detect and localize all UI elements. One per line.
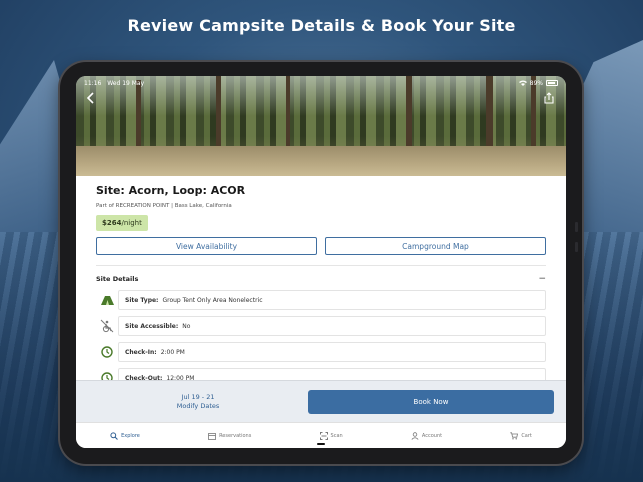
detail-label: Check-In: <box>125 348 157 356</box>
date-range: Jul 19 - 21 <box>181 392 215 401</box>
battery-percent: 89% <box>529 79 543 87</box>
status-right: 89% <box>518 79 558 87</box>
status-left: 11:16 Wed 19 May <box>84 80 148 87</box>
detail-label: Site Accessible: <box>125 322 179 330</box>
photo-ground <box>76 146 566 176</box>
detail-value-box: Site Type: Group Tent Only Area Nonelect… <box>118 290 546 310</box>
detail-value-box: Check-In: 2:00 PM <box>118 342 546 362</box>
detail-row-accessible: Site Accessible: No <box>96 316 546 336</box>
site-subtitle: Part of RECREATION POINT | Bass Lake, Ca… <box>96 203 232 209</box>
book-now-button[interactable]: Book Now <box>308 389 554 414</box>
site-title: Site: Acorn, Loop: ACOR <box>96 184 246 197</box>
price-value: $264 <box>102 219 122 227</box>
detail-row-site-type: Site Type: Group Tent Only Area Nonelect… <box>96 290 546 310</box>
tab-bar: Explore Reservations Scan Account Cart <box>76 422 566 448</box>
site-details-list: Site Type: Group Tent Only Area Nonelect… <box>96 290 546 388</box>
account-icon <box>411 431 419 440</box>
status-bar: 11:16 Wed 19 May 89% <box>76 76 566 90</box>
search-icon <box>110 431 118 440</box>
ipad-frame: 11:16 Wed 19 May 89% Site: Acorn, Loop: … <box>60 62 582 464</box>
price-badge: $264/night <box>96 215 148 231</box>
tab-account[interactable]: Account <box>411 431 443 440</box>
booking-bar: Jul 19 - 21 Modify Dates Book Now <box>76 380 566 422</box>
detail-label: Site Type: <box>125 296 159 304</box>
clock-icon <box>96 346 118 358</box>
app-screen: 11:16 Wed 19 May 89% Site: Acorn, Loop: … <box>76 76 566 448</box>
tab-label: Reservations <box>219 432 252 439</box>
detail-value: No <box>182 322 191 330</box>
campsite-photo <box>76 76 566 176</box>
tab-explore[interactable]: Explore <box>110 431 140 440</box>
action-buttons: View Availability Campground Map <box>96 237 546 255</box>
tab-label: Account <box>421 432 443 439</box>
status-date: Wed 19 May <box>107 79 145 87</box>
detail-value: Group Tent Only Area Nonelectric <box>162 296 263 304</box>
price-unit: /night <box>121 219 142 227</box>
tab-label: Cart <box>521 432 532 439</box>
back-button[interactable] <box>86 92 94 108</box>
not-accessible-icon <box>96 319 118 333</box>
share-icon <box>544 92 554 104</box>
modify-dates-button[interactable]: Jul 19 - 21 Modify Dates <box>88 393 308 411</box>
tab-cart[interactable]: Cart <box>510 431 532 440</box>
photo-tree <box>136 80 141 150</box>
device-button <box>575 242 578 252</box>
site-details-header: Site Details − <box>96 265 546 284</box>
cart-icon <box>510 431 519 439</box>
tab-label: Scan <box>330 432 343 439</box>
campground-map-button[interactable]: Campground Map <box>325 237 546 255</box>
home-indicator <box>317 443 325 445</box>
collapse-icon[interactable]: − <box>538 274 546 284</box>
battery-icon <box>546 80 558 86</box>
detail-value-box: Site Accessible: No <box>118 316 546 336</box>
marketing-headline: Review Campsite Details & Book Your Site <box>127 16 516 35</box>
modify-dates-label: Modify Dates <box>176 401 220 410</box>
detail-row-check-in: Check-In: 2:00 PM <box>96 342 546 362</box>
section-title: Site Details <box>96 275 139 283</box>
tab-label: Explore <box>121 432 140 439</box>
chevron-left-icon <box>86 92 94 104</box>
tab-scan[interactable]: Scan <box>319 431 343 440</box>
wifi-icon <box>518 80 527 86</box>
tent-icon <box>96 295 118 305</box>
tab-reservations[interactable]: Reservations <box>208 432 251 440</box>
calendar-icon <box>208 432 216 440</box>
view-availability-button[interactable]: View Availability <box>96 237 317 255</box>
status-time: 11:16 <box>84 79 102 87</box>
detail-value: 2:00 PM <box>160 348 185 356</box>
scan-icon <box>319 431 328 440</box>
device-button <box>575 222 578 232</box>
share-button[interactable] <box>544 92 554 107</box>
